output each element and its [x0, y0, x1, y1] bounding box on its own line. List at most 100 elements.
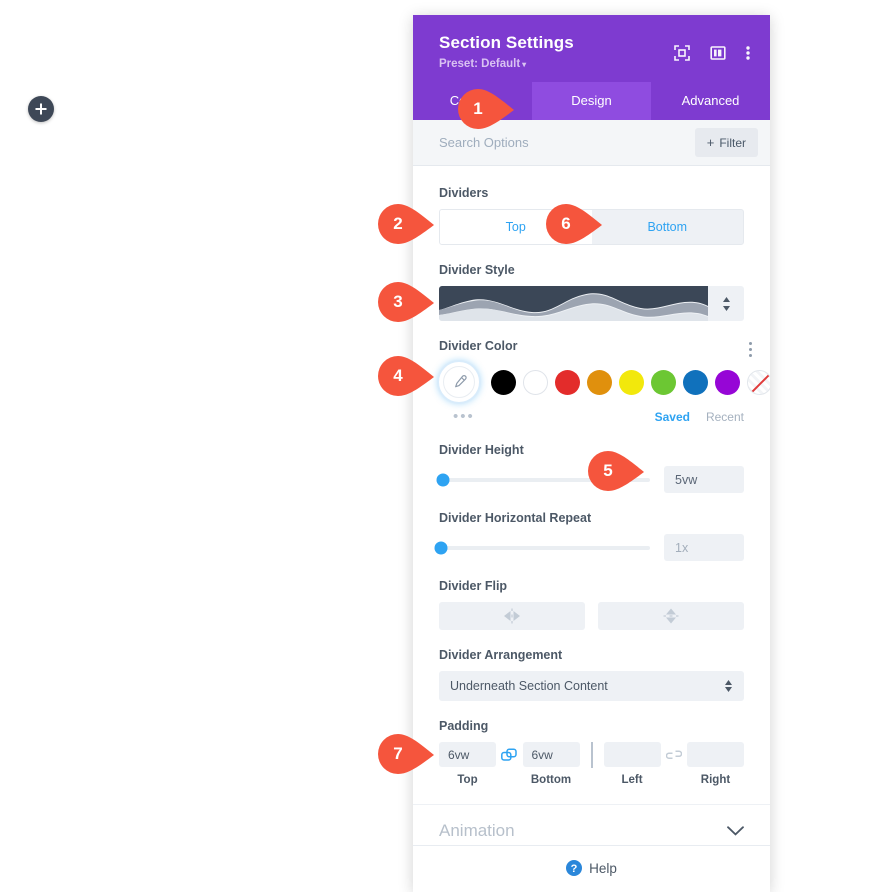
field-divider-flip: Divider Flip	[439, 579, 744, 630]
divider-toggle-bottom[interactable]: Bottom	[592, 210, 744, 244]
more-colors-button[interactable]: •••	[453, 408, 475, 425]
screen: Section Settings Preset: Default ▾ Conte…	[0, 0, 880, 892]
swatch-purple[interactable]	[715, 369, 740, 395]
divider-color-label: Divider Color	[439, 339, 518, 353]
focus-icon[interactable]	[674, 45, 690, 61]
divider-repeat-slider[interactable]	[434, 541, 650, 554]
padding-top-label: Top	[457, 774, 478, 786]
stepper-arrows-icon	[722, 296, 730, 311]
divider-flip-row	[439, 602, 744, 630]
animation-label: Animation	[439, 821, 515, 840]
callout-marker-number: 2	[393, 214, 403, 233]
divider-height-value[interactable]: 5vw	[664, 466, 744, 493]
preset-caret-icon: ▾	[522, 60, 527, 69]
palette-tab-saved[interactable]: Saved	[655, 410, 690, 424]
callout-marker-number: 4	[393, 366, 403, 385]
padding-top-input[interactable]: 6vw	[439, 742, 496, 767]
color-swatch-row	[439, 362, 770, 402]
divider-height-row: 5vw	[436, 466, 744, 493]
tab-design[interactable]: Design	[532, 82, 651, 120]
kebab-menu-icon[interactable]	[746, 45, 750, 61]
divider-style-select[interactable]	[439, 286, 744, 321]
field-dividers: Dividers Top Bottom	[439, 186, 744, 245]
swatch-yellow[interactable]	[619, 369, 644, 395]
filter-label: Filter	[719, 135, 746, 150]
svg-text:?: ?	[571, 863, 578, 875]
plus-icon	[35, 103, 47, 115]
padding-bottom-label: Bottom	[530, 774, 572, 786]
padding-link-left-right[interactable]	[661, 742, 688, 767]
flip-vertical-button[interactable]	[598, 602, 744, 630]
palette-footer: ••• Saved Recent	[439, 408, 744, 425]
swatch-white[interactable]	[523, 369, 548, 395]
field-divider-height: Divider Height 5vw	[436, 443, 744, 493]
divider-style-preview	[439, 286, 708, 321]
animation-section-toggle[interactable]: Animation	[413, 804, 770, 845]
divider-arrangement-label: Divider Arrangement	[439, 648, 563, 662]
divider-repeat-label: Divider Horizontal Repeat	[439, 511, 592, 525]
kebab-dot	[749, 348, 752, 351]
swatch-transparent[interactable]	[747, 369, 770, 395]
wave-divider-graphic	[439, 286, 708, 321]
tab-bar: Content Design Advanced	[413, 82, 770, 120]
tab-advanced[interactable]: Advanced	[651, 82, 770, 120]
tab-content[interactable]: Content	[413, 82, 532, 120]
side-kebab-menu-icon[interactable]	[749, 342, 752, 357]
header-icon-group	[674, 45, 750, 61]
design-options-section: Dividers Top Bottom Divider Style Divide…	[413, 166, 770, 786]
divider-repeat-value[interactable]: 1x	[664, 534, 744, 561]
color-picker-inner	[443, 366, 475, 398]
divider-toggle-top[interactable]: Top	[440, 210, 592, 244]
divider-height-knob[interactable]	[436, 473, 450, 486]
stepper-arrows-icon	[725, 680, 732, 692]
palette-tab-recent[interactable]: Recent	[706, 410, 744, 424]
divider-height-label: Divider Height	[439, 443, 524, 457]
padding-divider	[590, 742, 593, 768]
swatch-red[interactable]	[555, 369, 580, 395]
swatch-blue[interactable]	[683, 369, 708, 395]
divider-arrangement-select[interactable]: Underneath Section Content	[439, 671, 744, 701]
divider-side-toggle: Top Bottom	[439, 209, 744, 245]
divider-style-stepper[interactable]	[708, 295, 744, 312]
padding-link-top-bottom[interactable]	[496, 742, 523, 767]
padding-right-label: Right	[700, 774, 731, 786]
eyedropper-icon	[454, 374, 467, 387]
kebab-dot	[749, 342, 752, 345]
help-label[interactable]: Help	[589, 861, 617, 876]
field-divider-horizontal-repeat: Divider Horizontal Repeat 1x	[434, 511, 744, 561]
divider-flip-label: Divider Flip	[439, 579, 508, 593]
divider-style-label: Divider Style	[439, 263, 515, 277]
help-icon: ?	[566, 860, 583, 876]
broken-link-icon	[665, 750, 682, 759]
padding-left-input[interactable]	[603, 742, 661, 767]
flip-vertical-icon	[663, 608, 679, 624]
swatch-orange[interactable]	[587, 369, 612, 395]
swatch-black[interactable]	[491, 369, 516, 395]
padding-bottom-input[interactable]: 6vw	[522, 742, 580, 767]
callout-marker-number: 3	[393, 292, 403, 311]
color-picker-button[interactable]	[439, 362, 479, 402]
chevron-down-icon	[727, 826, 744, 836]
padding-row: 6vw Top 6vw Bottom Left Right	[439, 742, 744, 786]
divider-repeat-knob[interactable]	[434, 541, 448, 554]
padding-cell-top: 6vw Top	[439, 742, 496, 786]
layout-panel-icon[interactable]	[710, 45, 726, 61]
padding-cell-right: Right	[687, 742, 744, 786]
swatch-green[interactable]	[651, 369, 676, 395]
divider-repeat-row: 1x	[434, 534, 744, 561]
flip-horizontal-icon	[504, 608, 520, 624]
callout-marker-number: 7	[393, 744, 403, 763]
modal-header: Section Settings Preset: Default ▾	[413, 15, 770, 82]
filter-button[interactable]: + Filter	[694, 128, 758, 157]
modal-footer: ? Help	[413, 845, 770, 892]
search-input[interactable]	[439, 131, 659, 154]
add-section-button[interactable]	[28, 96, 54, 122]
padding-cell-bottom: 6vw Bottom	[522, 742, 580, 786]
divider-height-slider[interactable]	[436, 473, 650, 486]
filter-plus-icon: +	[706, 135, 715, 150]
padding-left-label: Left	[621, 774, 643, 786]
dividers-label: Dividers	[439, 186, 489, 200]
field-padding: Padding 6vw Top 6vw Bottom Left Right	[439, 719, 744, 786]
flip-horizontal-button[interactable]	[439, 602, 585, 630]
padding-right-input[interactable]	[687, 742, 744, 767]
